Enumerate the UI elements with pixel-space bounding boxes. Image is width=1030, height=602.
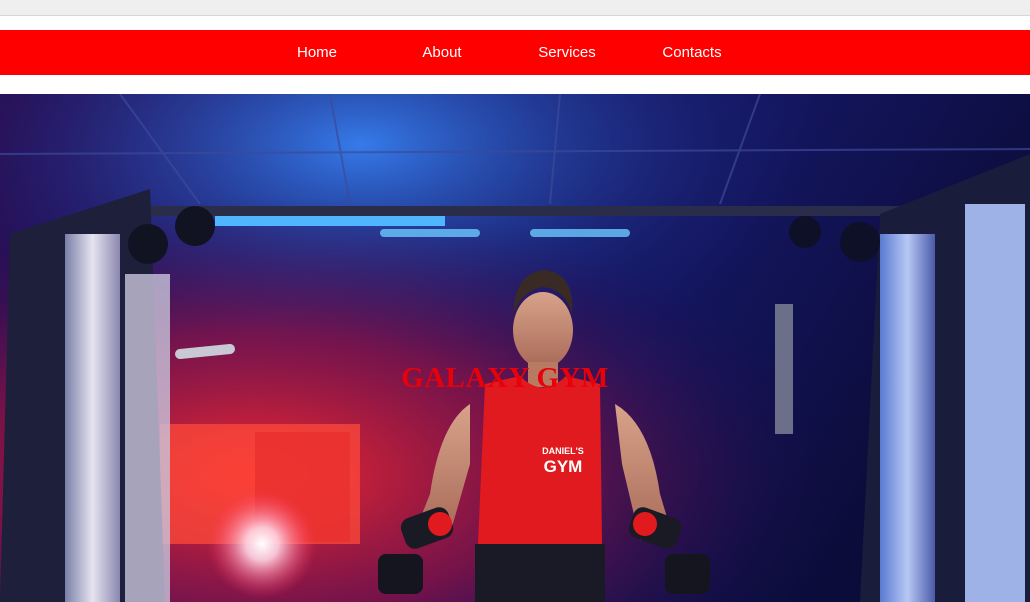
hero-image: DANIEL'S GYM <box>0 94 1030 602</box>
nav-about[interactable]: About <box>387 30 497 75</box>
browser-chrome-strip <box>0 0 1030 16</box>
shirt-text-line2: GYM <box>544 457 583 476</box>
main-navbar: Home About Services Contacts <box>0 30 1030 75</box>
shirt-text-line1: DANIEL'S <box>542 446 584 456</box>
hero-banner: DANIEL'S GYM GALAXY GYM <box>0 94 1030 602</box>
hero-title: GALAXY GYM <box>401 362 609 394</box>
nav-home[interactable]: Home <box>262 30 372 75</box>
nav-contacts[interactable]: Contacts <box>637 30 747 75</box>
nav-services[interactable]: Services <box>512 30 622 75</box>
